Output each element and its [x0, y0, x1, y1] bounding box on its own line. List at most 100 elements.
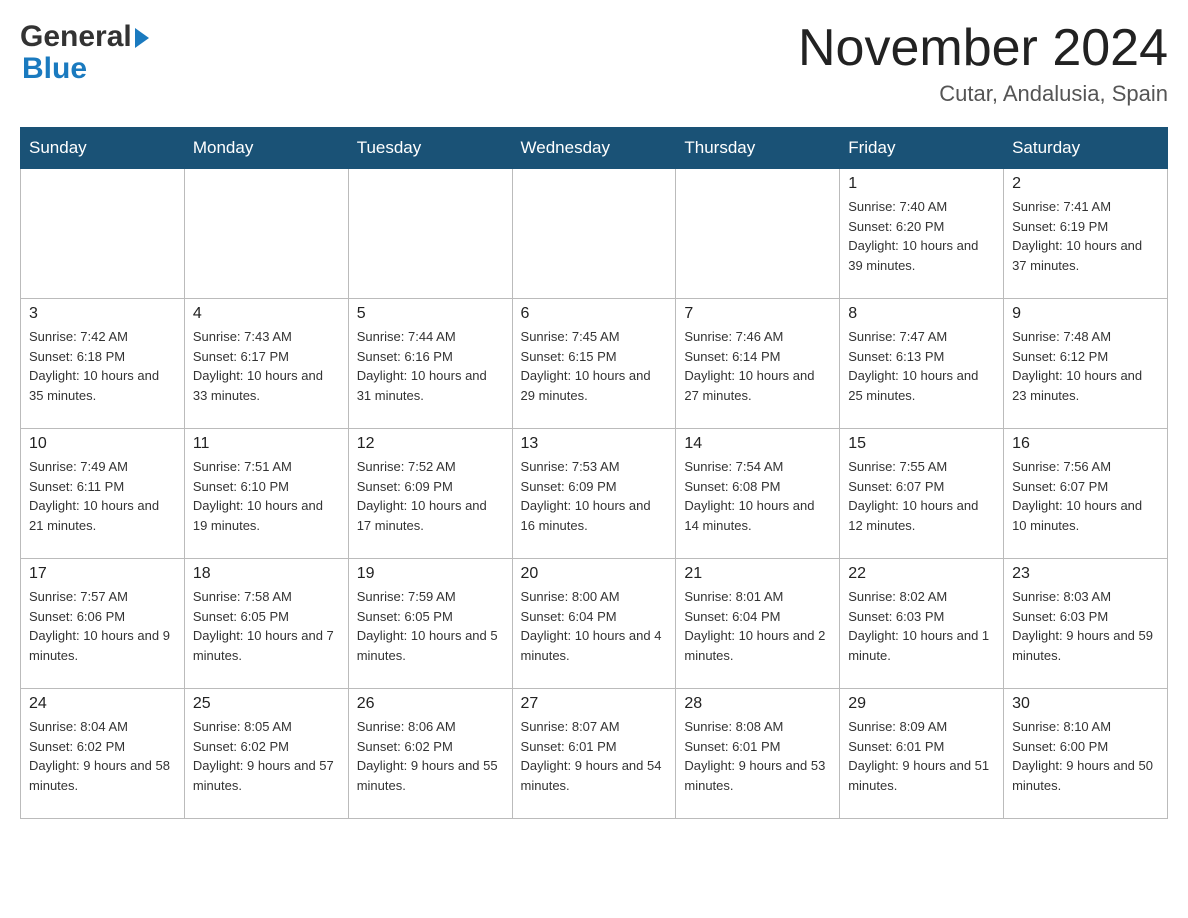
day-info: Sunrise: 8:07 AM Sunset: 6:01 PM Dayligh…	[521, 717, 668, 795]
day-number: 24	[29, 695, 176, 713]
calendar-cell: 3 Sunrise: 7:42 AM Sunset: 6:18 PM Daylig…	[21, 299, 185, 429]
calendar-week-2: 10 Sunrise: 7:49 AM Sunset: 6:11 PM Dayli…	[21, 429, 1168, 559]
header-friday: Friday	[840, 128, 1004, 169]
calendar-cell: 25 Sunrise: 8:05 AM Sunset: 6:02 PM Dayli…	[184, 689, 348, 819]
day-info: Sunrise: 7:51 AM Sunset: 6:10 PM Dayligh…	[193, 457, 340, 535]
day-info: Sunrise: 7:40 AM Sunset: 6:20 PM Dayligh…	[848, 197, 995, 275]
calendar-week-3: 17 Sunrise: 7:57 AM Sunset: 6:06 PM Dayli…	[21, 559, 1168, 689]
day-info: Sunrise: 7:48 AM Sunset: 6:12 PM Dayligh…	[1012, 327, 1159, 405]
day-number: 20	[521, 565, 668, 583]
calendar-week-4: 24 Sunrise: 8:04 AM Sunset: 6:02 PM Dayli…	[21, 689, 1168, 819]
calendar-week-1: 3 Sunrise: 7:42 AM Sunset: 6:18 PM Daylig…	[21, 299, 1168, 429]
calendar-cell: 6Sunrise: 7:45 AM Sunset: 6:15 PM Daylig…	[512, 299, 676, 429]
day-info: Sunrise: 8:00 AM Sunset: 6:04 PM Dayligh…	[521, 587, 668, 665]
day-info: Sunrise: 7:54 AM Sunset: 6:08 PM Dayligh…	[684, 457, 831, 535]
day-number: 22	[848, 565, 995, 583]
calendar-cell: 29 Sunrise: 8:09 AM Sunset: 6:01 PM Dayli…	[840, 689, 1004, 819]
day-info: Sunrise: 7:42 AM Sunset: 6:18 PM Dayligh…	[29, 327, 176, 405]
calendar-cell: 8 Sunrise: 7:47 AM Sunset: 6:13 PM Daylig…	[840, 299, 1004, 429]
day-number: 9	[1012, 305, 1159, 323]
header-monday: Monday	[184, 128, 348, 169]
day-info: Sunrise: 7:49 AM Sunset: 6:11 PM Dayligh…	[29, 457, 176, 535]
day-info: Sunrise: 8:04 AM Sunset: 6:02 PM Dayligh…	[29, 717, 176, 795]
calendar-cell: 16 Sunrise: 7:56 AM Sunset: 6:07 PM Dayli…	[1004, 429, 1168, 559]
day-number: 30	[1012, 695, 1159, 713]
calendar-cell: 13Sunrise: 7:53 AM Sunset: 6:09 PM Dayli…	[512, 429, 676, 559]
day-number: 4	[193, 305, 340, 323]
calendar-week-0: 1 Sunrise: 7:40 AM Sunset: 6:20 PM Daylig…	[21, 169, 1168, 299]
day-number: 17	[29, 565, 176, 583]
calendar-cell	[184, 169, 348, 299]
calendar-cell: 1 Sunrise: 7:40 AM Sunset: 6:20 PM Daylig…	[840, 169, 1004, 299]
calendar-cell: 10 Sunrise: 7:49 AM Sunset: 6:11 PM Dayli…	[21, 429, 185, 559]
day-info: Sunrise: 7:59 AM Sunset: 6:05 PM Dayligh…	[357, 587, 504, 665]
calendar-cell: 26Sunrise: 8:06 AM Sunset: 6:02 PM Dayli…	[348, 689, 512, 819]
header-thursday: Thursday	[676, 128, 840, 169]
location-text: Cutar, Andalusia, Spain	[798, 81, 1168, 107]
day-number: 19	[357, 565, 504, 583]
title-area: November 2024 Cutar, Andalusia, Spain	[798, 20, 1168, 107]
calendar-cell: 11Sunrise: 7:51 AM Sunset: 6:10 PM Dayli…	[184, 429, 348, 559]
calendar-header-row: SundayMondayTuesdayWednesdayThursdayFrid…	[21, 128, 1168, 169]
calendar-cell	[348, 169, 512, 299]
day-number: 5	[357, 305, 504, 323]
day-info: Sunrise: 7:44 AM Sunset: 6:16 PM Dayligh…	[357, 327, 504, 405]
day-number: 13	[521, 435, 668, 453]
day-number: 21	[684, 565, 831, 583]
day-number: 16	[1012, 435, 1159, 453]
day-number: 18	[193, 565, 340, 583]
day-number: 1	[848, 175, 995, 193]
calendar-cell: 24 Sunrise: 8:04 AM Sunset: 6:02 PM Dayli…	[21, 689, 185, 819]
logo: General Blue	[20, 20, 149, 86]
calendar-cell: 2Sunrise: 7:41 AM Sunset: 6:19 PM Daylig…	[1004, 169, 1168, 299]
header-saturday: Saturday	[1004, 128, 1168, 169]
calendar-cell: 19 Sunrise: 7:59 AM Sunset: 6:05 PM Dayli…	[348, 559, 512, 689]
day-number: 25	[193, 695, 340, 713]
day-number: 14	[684, 435, 831, 453]
header-wednesday: Wednesday	[512, 128, 676, 169]
calendar-cell: 27 Sunrise: 8:07 AM Sunset: 6:01 PM Dayli…	[512, 689, 676, 819]
day-info: Sunrise: 8:06 AM Sunset: 6:02 PM Dayligh…	[357, 717, 504, 795]
calendar-cell	[676, 169, 840, 299]
day-info: Sunrise: 8:08 AM Sunset: 6:01 PM Dayligh…	[684, 717, 831, 795]
calendar-cell: 23 Sunrise: 8:03 AM Sunset: 6:03 PM Dayli…	[1004, 559, 1168, 689]
calendar-table: SundayMondayTuesdayWednesdayThursdayFrid…	[20, 127, 1168, 819]
page-header: General Blue November 2024 Cutar, Andalu…	[20, 20, 1168, 107]
calendar-cell: 30 Sunrise: 8:10 AM Sunset: 6:00 PM Dayli…	[1004, 689, 1168, 819]
day-number: 2	[1012, 175, 1159, 193]
day-number: 23	[1012, 565, 1159, 583]
logo-general-text: General	[20, 20, 132, 54]
day-info: Sunrise: 7:57 AM Sunset: 6:06 PM Dayligh…	[29, 587, 176, 665]
day-number: 10	[29, 435, 176, 453]
logo-blue-text: Blue	[22, 52, 87, 86]
calendar-cell: 15Sunrise: 7:55 AM Sunset: 6:07 PM Dayli…	[840, 429, 1004, 559]
calendar-cell: 5 Sunrise: 7:44 AM Sunset: 6:16 PM Daylig…	[348, 299, 512, 429]
day-number: 12	[357, 435, 504, 453]
day-info: Sunrise: 7:56 AM Sunset: 6:07 PM Dayligh…	[1012, 457, 1159, 535]
calendar-cell: 14 Sunrise: 7:54 AM Sunset: 6:08 PM Dayli…	[676, 429, 840, 559]
day-info: Sunrise: 7:45 AM Sunset: 6:15 PM Dayligh…	[521, 327, 668, 405]
day-number: 29	[848, 695, 995, 713]
day-number: 28	[684, 695, 831, 713]
calendar-cell: 21Sunrise: 8:01 AM Sunset: 6:04 PM Dayli…	[676, 559, 840, 689]
calendar-cell: 9 Sunrise: 7:48 AM Sunset: 6:12 PM Daylig…	[1004, 299, 1168, 429]
day-number: 27	[521, 695, 668, 713]
day-info: Sunrise: 7:58 AM Sunset: 6:05 PM Dayligh…	[193, 587, 340, 665]
day-info: Sunrise: 8:05 AM Sunset: 6:02 PM Dayligh…	[193, 717, 340, 795]
logo-triangle-icon	[135, 28, 149, 48]
day-info: Sunrise: 8:09 AM Sunset: 6:01 PM Dayligh…	[848, 717, 995, 795]
header-sunday: Sunday	[21, 128, 185, 169]
day-number: 3	[29, 305, 176, 323]
calendar-cell: 7 Sunrise: 7:46 AM Sunset: 6:14 PM Daylig…	[676, 299, 840, 429]
header-tuesday: Tuesday	[348, 128, 512, 169]
day-info: Sunrise: 7:52 AM Sunset: 6:09 PM Dayligh…	[357, 457, 504, 535]
day-info: Sunrise: 7:47 AM Sunset: 6:13 PM Dayligh…	[848, 327, 995, 405]
day-info: Sunrise: 7:46 AM Sunset: 6:14 PM Dayligh…	[684, 327, 831, 405]
calendar-cell	[21, 169, 185, 299]
day-number: 7	[684, 305, 831, 323]
day-number: 8	[848, 305, 995, 323]
calendar-cell: 12 Sunrise: 7:52 AM Sunset: 6:09 PM Dayli…	[348, 429, 512, 559]
day-info: Sunrise: 8:03 AM Sunset: 6:03 PM Dayligh…	[1012, 587, 1159, 665]
day-info: Sunrise: 8:10 AM Sunset: 6:00 PM Dayligh…	[1012, 717, 1159, 795]
calendar-cell: 18 Sunrise: 7:58 AM Sunset: 6:05 PM Dayli…	[184, 559, 348, 689]
